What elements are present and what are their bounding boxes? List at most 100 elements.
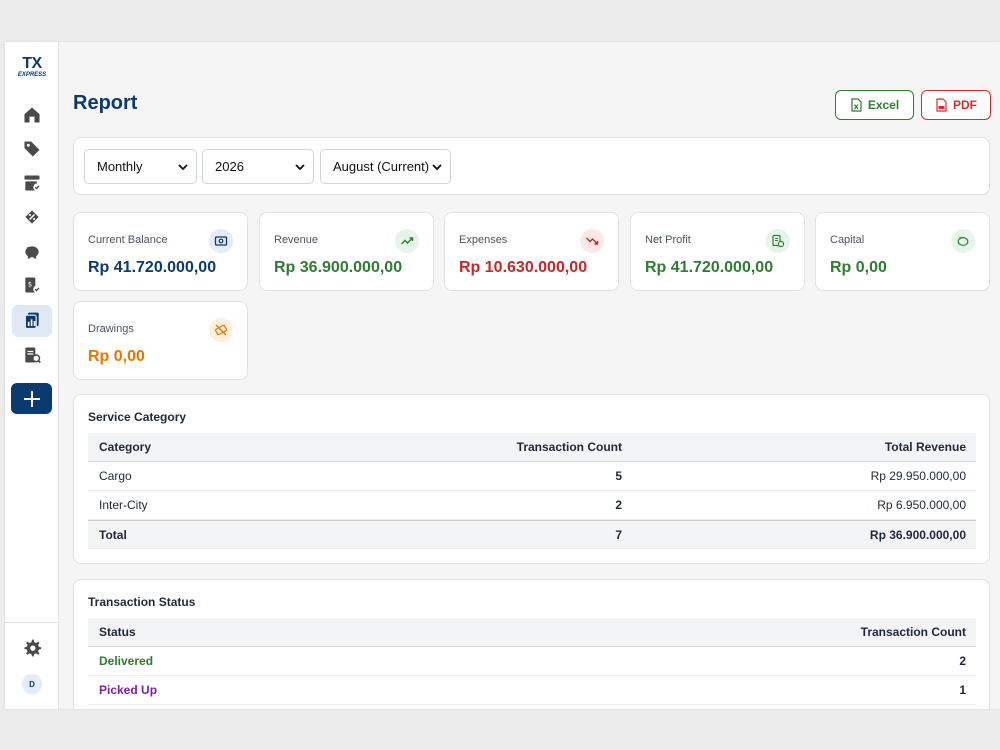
chevron-down-icon xyxy=(295,164,305,171)
year-select[interactable]: 2026 xyxy=(202,149,314,184)
piggy-bank-icon xyxy=(25,246,39,259)
export-pdf-button[interactable]: PDF xyxy=(921,90,991,120)
stat-card-current-balance: Current Balance Rp 41.720.000,00 xyxy=(73,212,248,291)
transaction-status-table: Status Transaction Count Delivered 2 Pic… xyxy=(88,618,976,705)
main-content: Report Excel PDF Monthly 2026 August (Cu… xyxy=(59,42,1000,709)
wallet-icon xyxy=(214,236,228,246)
stat-icon-badge xyxy=(580,229,604,253)
count-cell: 2 xyxy=(615,498,622,512)
period-select[interactable]: Monthly xyxy=(84,149,197,184)
sidebar-item-archive[interactable] xyxy=(12,167,52,199)
sidebar-item-home[interactable] xyxy=(12,99,52,131)
sidebar-divider xyxy=(5,622,59,623)
excel-button-label: Excel xyxy=(867,98,900,112)
status-delivered: Delivered xyxy=(99,654,154,668)
column-header-total-revenue: Total Revenue xyxy=(884,440,966,454)
money-off-icon xyxy=(214,324,228,336)
column-header-transaction-count: Transaction Count xyxy=(516,440,622,454)
excel-file-icon xyxy=(851,98,862,112)
stat-card-revenue: Revenue Rp 36.900.000,00 xyxy=(259,212,434,291)
trend-up-icon xyxy=(401,237,414,245)
stat-value: Rp 0,00 xyxy=(830,259,887,276)
export-excel-button[interactable]: Excel xyxy=(835,90,914,120)
sidebar-item-report[interactable] xyxy=(12,305,52,337)
page-title: Report xyxy=(73,92,138,114)
stat-card-net-profit: Net Profit Rp 41.720.000,00 xyxy=(630,212,805,291)
stat-label: Revenue xyxy=(274,234,319,246)
stat-label: Net Profit xyxy=(645,234,691,246)
stat-card-capital: Capital Rp 0,00 xyxy=(815,212,990,291)
chevron-down-icon xyxy=(178,164,188,171)
year-select-value: 2026 xyxy=(215,159,244,174)
user-avatar[interactable]: D xyxy=(22,674,42,694)
transaction-status-card: Transaction Status Status Transaction Co… xyxy=(73,579,990,709)
discount-icon xyxy=(25,210,39,224)
sidebar-item-audit[interactable] xyxy=(12,339,52,371)
brand-logo[interactable]: TX EXPRESS xyxy=(12,56,52,80)
stat-label: Drawings xyxy=(88,323,134,335)
table-row: Delivered 2 xyxy=(88,647,976,676)
pdf-button-label: PDF xyxy=(953,98,977,112)
profit-doc-icon xyxy=(772,234,785,248)
settings-button[interactable] xyxy=(12,632,52,664)
table-header-row: Category Transaction Count Total Revenue xyxy=(88,433,976,462)
total-revenue: Rp 36.900.000,00 xyxy=(869,528,966,542)
stat-icon-badge xyxy=(766,229,790,253)
stat-label: Capital xyxy=(830,234,865,246)
month-select-value: August (Current) xyxy=(333,159,430,174)
chevron-down-icon xyxy=(432,164,442,171)
stat-card-expenses: Expenses Rp 10.630.000,00 xyxy=(444,212,619,291)
total-label: Total xyxy=(99,528,127,542)
revenue-cell: Rp 29.950.000,00 xyxy=(870,469,966,483)
count-cell: 2 xyxy=(959,654,966,668)
table-header-row: Status Transaction Count xyxy=(88,618,976,647)
piggy-bank-icon xyxy=(957,236,969,246)
period-select-value: Monthly xyxy=(97,159,143,174)
column-header-status: Status xyxy=(99,625,136,639)
sidebar-item-discount[interactable] xyxy=(12,201,52,233)
money-check-icon: $ xyxy=(25,277,41,293)
table-row: Inter-City 2 Rp 6.950.000,00 xyxy=(88,491,976,520)
stat-value: Rp 41.720.000,00 xyxy=(88,259,217,276)
plus-icon xyxy=(23,390,40,407)
trend-down-icon xyxy=(586,237,599,245)
archive-check-icon xyxy=(24,175,41,191)
report-icon xyxy=(24,312,39,330)
svg-text:$: $ xyxy=(28,281,32,289)
stat-value: Rp 10.630.000,00 xyxy=(459,259,588,276)
stat-icon-badge xyxy=(209,229,233,253)
status-picked-up: Picked Up xyxy=(99,683,158,697)
stat-label: Expenses xyxy=(459,234,508,246)
home-icon xyxy=(24,107,40,123)
sidebar: TX EXPRESS $ D xyxy=(5,42,59,709)
month-select[interactable]: August (Current) xyxy=(320,149,451,184)
stat-icon-badge xyxy=(951,229,975,253)
service-category-table: Category Transaction Count Total Revenue… xyxy=(88,433,976,549)
transaction-status-title: Transaction Status xyxy=(88,595,196,609)
stat-value: Rp 41.720.000,00 xyxy=(645,259,774,276)
gear-icon xyxy=(24,639,42,657)
stat-value: Rp 0,00 xyxy=(88,348,145,365)
total-count: 7 xyxy=(615,528,622,542)
logo-main-text: TX xyxy=(22,55,42,72)
logo-sub-text: EXPRESS xyxy=(17,72,47,78)
stat-label: Current Balance xyxy=(88,234,168,246)
stat-icon-badge xyxy=(209,318,233,342)
table-row: Cargo 5 Rp 29.950.000,00 xyxy=(88,462,976,491)
column-header-transaction-count: Transaction Count xyxy=(860,625,966,639)
stat-icon-badge xyxy=(395,229,419,253)
sidebar-item-tags[interactable] xyxy=(12,133,52,165)
add-transaction-button[interactable] xyxy=(11,383,52,414)
table-row: Picked Up 1 xyxy=(88,676,976,705)
sidebar-item-savings[interactable] xyxy=(12,235,52,267)
service-category-card: Service Category Category Transaction Co… xyxy=(73,394,990,564)
service-category-title: Service Category xyxy=(88,410,187,424)
sidebar-item-payments[interactable]: $ xyxy=(12,269,52,301)
app-window: TX EXPRESS $ D Report Excel PDF Monthly … xyxy=(5,42,1000,709)
table-total-row: Total 7 Rp 36.900.000,00 xyxy=(88,520,976,549)
tag-icon xyxy=(24,141,40,157)
stat-card-drawings: Drawings Rp 0,00 xyxy=(73,301,248,380)
revenue-cell: Rp 6.950.000,00 xyxy=(877,498,966,512)
count-cell: 1 xyxy=(959,683,966,697)
count-cell: 5 xyxy=(615,469,622,483)
